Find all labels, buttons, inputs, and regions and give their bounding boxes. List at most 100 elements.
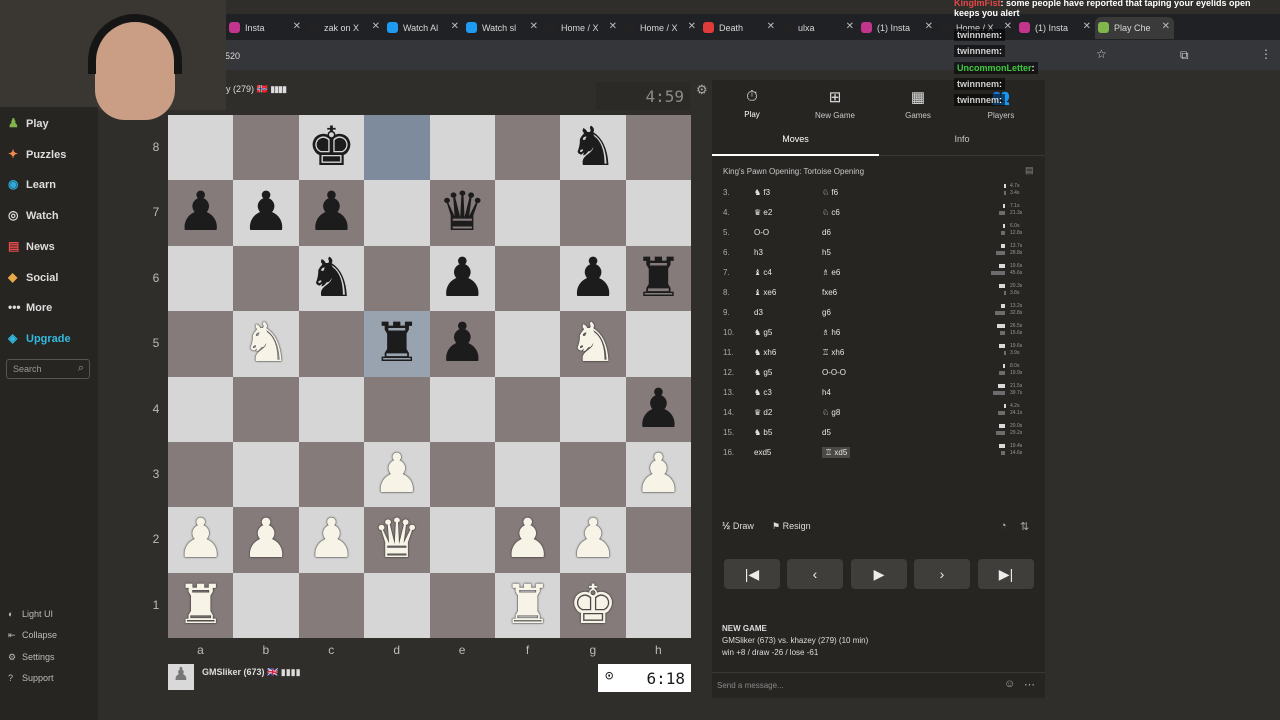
black-move[interactable]: O-O-O bbox=[822, 368, 846, 377]
black-move[interactable]: ♖ xh6 bbox=[822, 348, 844, 357]
nav-last-button[interactable]: ▶| bbox=[978, 559, 1034, 589]
browser-tab[interactable]: (1) Insta ✕ bbox=[858, 17, 937, 39]
close-icon[interactable]: ✕ bbox=[767, 21, 775, 32]
black-queen-icon[interactable]: ♛ bbox=[430, 180, 495, 245]
white-pawn-icon[interactable]: ♟ bbox=[626, 442, 691, 507]
chess-board[interactable]: ♚ ♞ ♟ ♟ ♟ ♛ ♞ ♟ ♟ ♜ ♞ ♜ ♟ ♞ ♟ ♟ ♟ ♟ ♟ ♟ ♛ ♟ ♟ ♜ ♜ ♚ bbox=[168, 115, 692, 639]
square-g3[interactable] bbox=[560, 442, 626, 508]
black-move[interactable]: h5 bbox=[822, 248, 831, 257]
white-rook-icon[interactable]: ♜ bbox=[168, 573, 233, 638]
square-d7[interactable] bbox=[364, 180, 430, 246]
nav-prev-button[interactable]: ‹ bbox=[787, 559, 843, 589]
browser-tab[interactable]: zak on X ✕ bbox=[305, 17, 384, 39]
square-d8[interactable] bbox=[364, 115, 430, 181]
square-c3[interactable] bbox=[298, 442, 365, 508]
square-c4[interactable] bbox=[298, 376, 365, 442]
close-icon[interactable]: ✕ bbox=[846, 21, 854, 32]
sidebar-item-social[interactable]: ◆ Social bbox=[8, 270, 58, 290]
black-pawn-icon[interactable]: ♟ bbox=[430, 311, 495, 376]
square-d6[interactable] bbox=[364, 245, 430, 312]
square-b8[interactable] bbox=[233, 115, 299, 181]
white-move[interactable]: ♛ e2 bbox=[754, 208, 772, 217]
square-h8[interactable] bbox=[625, 115, 692, 181]
nav-play-button[interactable]: ▶ bbox=[851, 559, 907, 589]
browser-tab[interactable]: Home / X ✕ bbox=[621, 17, 700, 39]
black-move[interactable]: ♖ xd5 bbox=[822, 447, 851, 458]
black-pawn-icon[interactable]: ♟ bbox=[560, 246, 625, 311]
white-move[interactable]: O-O bbox=[754, 228, 769, 237]
square-b6[interactable] bbox=[233, 245, 299, 312]
sidebar-item-watch[interactable]: ◎ Watch bbox=[8, 208, 59, 228]
black-move[interactable]: g6 bbox=[822, 308, 831, 317]
black-king-icon[interactable]: ♚ bbox=[299, 115, 364, 180]
sidebar-item-collapse[interactable]: ⇤ Collapse bbox=[8, 630, 57, 641]
black-knight-icon[interactable]: ♞ bbox=[299, 246, 364, 311]
draw-button[interactable]: ½ Draw bbox=[722, 521, 754, 532]
white-pawn-icon[interactable]: ♟ bbox=[495, 507, 560, 572]
black-knight-icon[interactable]: ♞ bbox=[560, 115, 625, 180]
black-move[interactable]: h4 bbox=[822, 388, 831, 397]
browser-tab[interactable]: Watch Al ✕ bbox=[384, 17, 463, 39]
square-f8[interactable] bbox=[495, 115, 561, 181]
sidebar-item-play[interactable]: ♟ Play bbox=[8, 116, 49, 136]
sidebar-item-support[interactable]: ? Support bbox=[8, 673, 54, 683]
white-knight-icon[interactable]: ♞ bbox=[560, 311, 625, 376]
square-e3[interactable] bbox=[429, 442, 495, 508]
black-move[interactable]: ♘ g8 bbox=[822, 408, 840, 417]
white-move[interactable]: ♝ c4 bbox=[754, 268, 772, 277]
black-move[interactable]: fxe6 bbox=[822, 288, 837, 297]
square-a4[interactable] bbox=[168, 376, 234, 442]
white-queen-icon[interactable]: ♛ bbox=[364, 507, 429, 572]
white-move[interactable]: h3 bbox=[754, 248, 763, 257]
square-f3[interactable] bbox=[495, 442, 561, 508]
square-h2[interactable] bbox=[625, 507, 692, 573]
close-icon[interactable]: ✕ bbox=[925, 21, 933, 32]
black-move[interactable]: ♘ c6 bbox=[822, 208, 840, 217]
flip-board-icon[interactable]: ⇅ bbox=[1020, 520, 1029, 533]
white-king-icon[interactable]: ♚ bbox=[560, 573, 625, 638]
square-d1[interactable] bbox=[364, 572, 430, 639]
close-icon[interactable]: ✕ bbox=[451, 21, 459, 32]
url-text[interactable]: 520 bbox=[225, 51, 240, 61]
tab-moves[interactable]: Moves bbox=[712, 134, 879, 144]
more-icon[interactable]: ⋯ bbox=[1024, 678, 1035, 691]
white-move[interactable]: ♞ g5 bbox=[754, 328, 772, 337]
close-icon[interactable]: ✕ bbox=[688, 21, 696, 32]
black-move[interactable]: d5 bbox=[822, 428, 831, 437]
square-f6[interactable] bbox=[495, 245, 561, 312]
sidebar-item-light-ui[interactable]: ◐ Light UI bbox=[8, 609, 53, 619]
square-g4[interactable] bbox=[560, 376, 626, 442]
black-pawn-icon[interactable]: ♟ bbox=[626, 377, 691, 442]
white-move[interactable]: ♞ xh6 bbox=[754, 348, 776, 357]
square-e2[interactable] bbox=[429, 507, 495, 573]
white-move[interactable]: ♞ b5 bbox=[754, 428, 772, 437]
sidebar-item-more[interactable]: ••• More bbox=[8, 300, 52, 320]
square-h5[interactable] bbox=[625, 311, 692, 377]
square-f5[interactable] bbox=[495, 311, 561, 377]
white-pawn-icon[interactable]: ♟ bbox=[168, 507, 233, 572]
square-a5[interactable] bbox=[168, 311, 234, 377]
white-pawn-icon[interactable]: ♟ bbox=[299, 507, 364, 572]
close-icon[interactable]: ✕ bbox=[372, 21, 380, 32]
tab-info[interactable]: Info bbox=[879, 134, 1045, 144]
white-move[interactable]: exd5 bbox=[754, 448, 771, 457]
black-rook-icon[interactable]: ♜ bbox=[626, 246, 691, 311]
search-icon[interactable]: ⌕ bbox=[78, 362, 84, 375]
browser-tab[interactable]: Watch sl ✕ bbox=[463, 17, 542, 39]
sidebar-item-upgrade[interactable]: ◈ Upgrade bbox=[8, 331, 71, 351]
square-c1[interactable] bbox=[298, 572, 365, 639]
white-pawn-icon[interactable]: ♟ bbox=[560, 507, 625, 572]
square-e8[interactable] bbox=[429, 115, 495, 181]
white-move[interactable]: ♛ d2 bbox=[754, 408, 772, 417]
emoji-icon[interactable]: ☺ bbox=[1004, 678, 1015, 690]
nav-first-button[interactable]: |◀ bbox=[724, 559, 780, 589]
black-rook-icon[interactable]: ♜ bbox=[364, 311, 429, 376]
close-icon[interactable]: ✕ bbox=[530, 21, 538, 32]
square-a3[interactable] bbox=[168, 442, 234, 508]
search-input[interactable]: Search ⌕ bbox=[6, 359, 90, 379]
sidebar-item-settings[interactable]: ⚙ Settings bbox=[8, 652, 55, 663]
browser-tab[interactable]: Death ✕ bbox=[700, 17, 779, 39]
resign-button[interactable]: ⚑ Resign bbox=[772, 521, 811, 532]
white-pawn-icon[interactable]: ♟ bbox=[364, 442, 429, 507]
browser-tab[interactable]: ulxa ✕ bbox=[779, 17, 858, 39]
